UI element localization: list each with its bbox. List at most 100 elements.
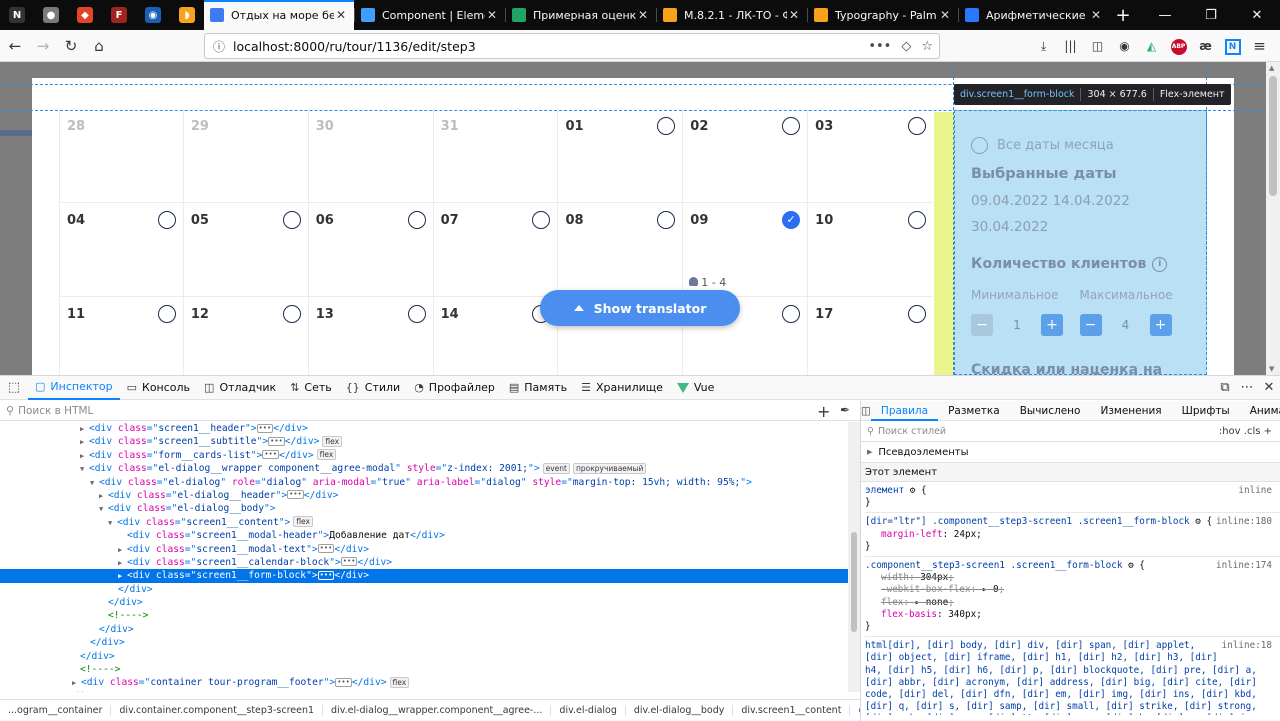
collapsed-content-icon[interactable]: ••• (335, 677, 352, 687)
markup-node[interactable]: ▶ <div class="form__cards-list"> ••• </div>… (0, 449, 848, 462)
devtools-tab-Сеть[interactable]: ⇅ Сеть (283, 376, 339, 400)
adblock-icon[interactable]: ABP (1165, 37, 1192, 55)
markup-node[interactable]: </div> (0, 690, 848, 692)
scroll-up-icon[interactable]: ▲ (1269, 64, 1274, 72)
rule-source[interactable]: inline:18 (1222, 640, 1272, 651)
breadcrumb-item[interactable]: div.container.component__step3-screen1 (111, 705, 324, 716)
devtools-tab-Стили[interactable]: {} Стили (339, 376, 407, 400)
calendar-day[interactable]: 04 (59, 203, 184, 297)
markup-node[interactable]: </div> (0, 596, 848, 609)
tab-close-icon[interactable]: ✕ (938, 8, 952, 22)
browser-tab[interactable]: Арифметические опе✕ (959, 0, 1109, 30)
collapsed-content-icon[interactable]: ••• (262, 450, 279, 460)
tab-close-icon[interactable]: ✕ (1089, 8, 1103, 22)
eyedropper-icon[interactable]: ✒ (840, 403, 850, 417)
reload-button[interactable]: ↻ (58, 33, 84, 59)
collapsed-content-icon[interactable]: ••• (340, 557, 358, 567)
calendar-day[interactable]: 02 (683, 109, 809, 203)
download-icon[interactable]: ⤓ (1030, 39, 1057, 54)
markup-node[interactable]: </div> (0, 583, 848, 596)
markup-node[interactable]: <!----> (0, 663, 848, 676)
markup-node[interactable]: ▶ <div class="screen1__form-block"> ••• </d… (0, 569, 848, 583)
rules-tab-Изменения[interactable]: Изменения (1090, 401, 1171, 421)
markup-scrollbar[interactable] (848, 422, 860, 692)
add-node-icon[interactable]: + (817, 402, 830, 421)
account-icon[interactable]: ◉ (1111, 39, 1138, 53)
day-select-radio[interactable]: ✓ (782, 211, 801, 229)
n-ext-icon[interactable]: N (1219, 38, 1246, 55)
pinned-tab-gitlab[interactable]: ◆ (68, 0, 102, 30)
expand-icon[interactable]: ▶ (72, 677, 81, 690)
library-icon[interactable]: ||| (1057, 39, 1084, 53)
node-badge-flex[interactable]: flex (293, 516, 313, 528)
markup-node[interactable]: ▼ <div class="el-dialog__body"> (0, 502, 848, 515)
markup-node[interactable]: ▶ <div class="screen1__header"> ••• </div> (0, 422, 848, 435)
markup-node[interactable]: ▶ <div class="screen1__subtitle"> ••• </div… (0, 435, 848, 448)
calendar-day[interactable]: 07 (434, 203, 559, 297)
max-increment-button[interactable]: + (1149, 314, 1172, 336)
day-select-radio[interactable] (782, 305, 801, 323)
tab-close-icon[interactable]: ✕ (787, 8, 801, 22)
expand-icon[interactable]: ▶ (99, 490, 108, 503)
info-icon[interactable]: i (1152, 256, 1168, 272)
breadcrumb-item[interactable]: div.screen1__form-block (850, 705, 860, 716)
breadcrumb-item[interactable]: ...ogram__container (0, 705, 112, 716)
css-declaration[interactable]: flex: ▸ none; (865, 597, 1280, 609)
browser-tab[interactable]: Отдых на море без п✕ (204, 0, 354, 30)
pinned-tab-vpn[interactable]: ◉ (136, 0, 170, 30)
tab-close-icon[interactable]: ✕ (636, 8, 650, 22)
calendar-day[interactable]: 31 (434, 109, 559, 203)
collapsed-content-icon[interactable]: ••• (268, 436, 285, 446)
collapse-icon[interactable]: ▼ (108, 517, 117, 530)
max-clients-value[interactable]: 4 (1102, 318, 1150, 332)
css-declaration[interactable]: flex-basis: 340px; (865, 609, 1280, 621)
html-search-placeholder[interactable]: Поиск в HTML (18, 405, 93, 417)
devtools-menu-icon[interactable]: ⋯ (1236, 380, 1258, 395)
markup-node[interactable]: <!----> (0, 609, 848, 622)
close-window-button[interactable]: ✕ (1234, 0, 1280, 30)
node-badge-flex[interactable]: flex (316, 449, 337, 461)
rules-tab-Правила[interactable]: Правила (870, 401, 939, 421)
tab-close-icon[interactable]: ✕ (334, 8, 348, 22)
collapsed-content-icon[interactable]: ••• (317, 544, 335, 554)
markup-node[interactable]: ▶ <div class="screen1__modal-text"> ••• </d… (0, 543, 848, 556)
filter-toggles[interactable]: :hov .cls + (1219, 426, 1272, 437)
style-filter[interactable]: ⚲ Поиск стилей :hov .cls + (861, 421, 1280, 442)
css-declaration[interactable]: -webkit-box-flex: ▸ 0; (865, 584, 1280, 596)
pseudo-elements-toggle[interactable]: ▶ Псевдоэлементы (861, 442, 1280, 463)
url-bar[interactable]: ⓘ localhost:8000/ru/tour/1136/edit/step3… (204, 33, 940, 59)
devtools-tab-Отладчик[interactable]: ◫ Отладчик (197, 376, 283, 400)
page-info-icon[interactable]: ⓘ (211, 38, 227, 55)
dock-icon[interactable]: ⧉ (1214, 380, 1236, 395)
calendar-day[interactable]: 01 (558, 109, 684, 203)
day-select-radio[interactable] (657, 211, 676, 229)
day-select-radio[interactable] (282, 305, 301, 323)
calendar-day[interactable]: 13 (309, 297, 434, 375)
calendar-day[interactable]: 28 (59, 109, 184, 203)
markup-node[interactable]: ▼ <div class="el-dialog__wrapper componen… (0, 462, 848, 475)
tab-close-icon[interactable]: ✕ (485, 8, 499, 22)
devtools-tab-Vue[interactable]: Vue (670, 376, 722, 400)
page-scrollbar[interactable]: ▲ ▼ (1266, 62, 1280, 375)
collapse-icon[interactable]: ▼ (90, 477, 99, 490)
expand-icon[interactable]: ▶ (118, 544, 127, 557)
markup-node[interactable]: ▶ <div class="screen1__calendar-block"> ••… (0, 556, 848, 569)
markup-node[interactable]: ▶ <div class="el-dialog__header"> ••• </div… (0, 489, 848, 502)
all-dates-radio[interactable] (971, 137, 988, 154)
max-decrement-button[interactable]: − (1079, 314, 1102, 336)
day-select-radio[interactable] (532, 211, 551, 229)
browser-tab[interactable]: Примерная оценка ✕ (506, 0, 656, 30)
devtools-tab-Профайлер[interactable]: ◔ Профайлер (407, 376, 502, 400)
markup-node[interactable]: </div> (0, 650, 848, 663)
day-select-radio[interactable] (282, 211, 301, 229)
rules-tab-Анимации[interactable]: Анимации (1240, 401, 1280, 421)
rules-tab-Разметка[interactable]: Разметка (938, 401, 1010, 421)
markup-node[interactable]: </div> (0, 636, 848, 649)
pinned-tab-palm[interactable]: ◗ (170, 0, 204, 30)
day-select-radio[interactable] (407, 211, 426, 229)
day-select-radio[interactable] (157, 305, 176, 323)
minimize-button[interactable]: — (1142, 0, 1188, 30)
day-select-radio[interactable] (908, 117, 927, 135)
rule-source[interactable]: inline:174 (1216, 560, 1272, 571)
css-declaration[interactable]: width: 304px; (865, 572, 1280, 584)
